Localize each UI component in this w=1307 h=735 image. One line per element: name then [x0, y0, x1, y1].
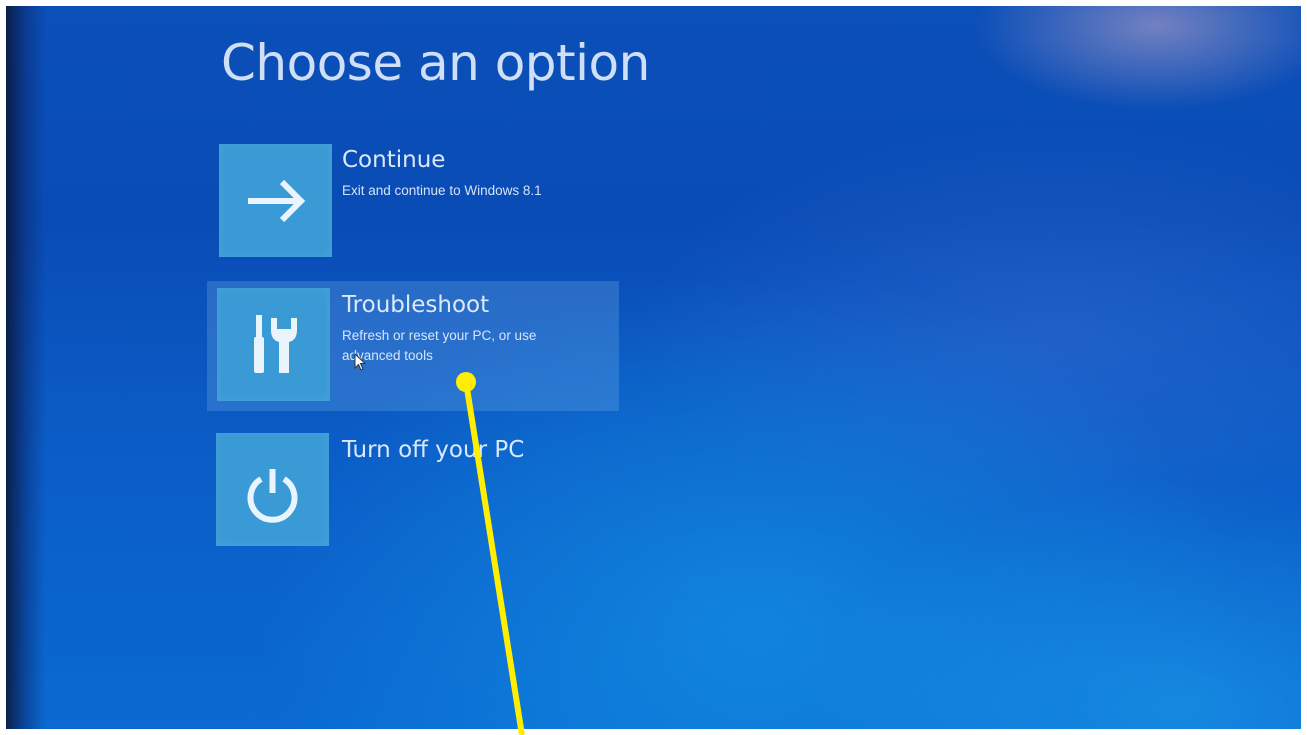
turn-off-title: Turn off your PC — [342, 437, 525, 463]
option-continue[interactable]: Continue Exit and continue to Windows 8.… — [214, 139, 626, 269]
boot-options-screen: Choose an option Continue Exit and conti… — [6, 6, 1301, 729]
photo-frame: Choose an option Continue Exit and conti… — [0, 0, 1307, 735]
option-turn-off[interactable]: Turn off your PC — [210, 426, 622, 556]
arrow-right-icon — [248, 179, 306, 223]
power-icon — [247, 469, 298, 523]
option-troubleshoot[interactable]: Troubleshoot Refresh or reset your PC, o… — [207, 281, 619, 411]
troubleshoot-description: Refresh or reset your PC, or use advance… — [342, 328, 537, 363]
troubleshoot-title: Troubleshoot — [342, 292, 490, 318]
continue-description: Exit and continue to Windows 8.1 — [342, 183, 542, 198]
troubleshoot-tile[interactable] — [217, 288, 330, 401]
screwdriver-wrench-icon — [254, 315, 297, 373]
mouse-cursor-icon — [354, 353, 367, 371]
continue-title: Continue — [342, 147, 446, 173]
continue-tile[interactable] — [219, 144, 332, 257]
page-title: Choose an option — [221, 34, 650, 92]
turn-off-tile[interactable] — [216, 433, 329, 546]
